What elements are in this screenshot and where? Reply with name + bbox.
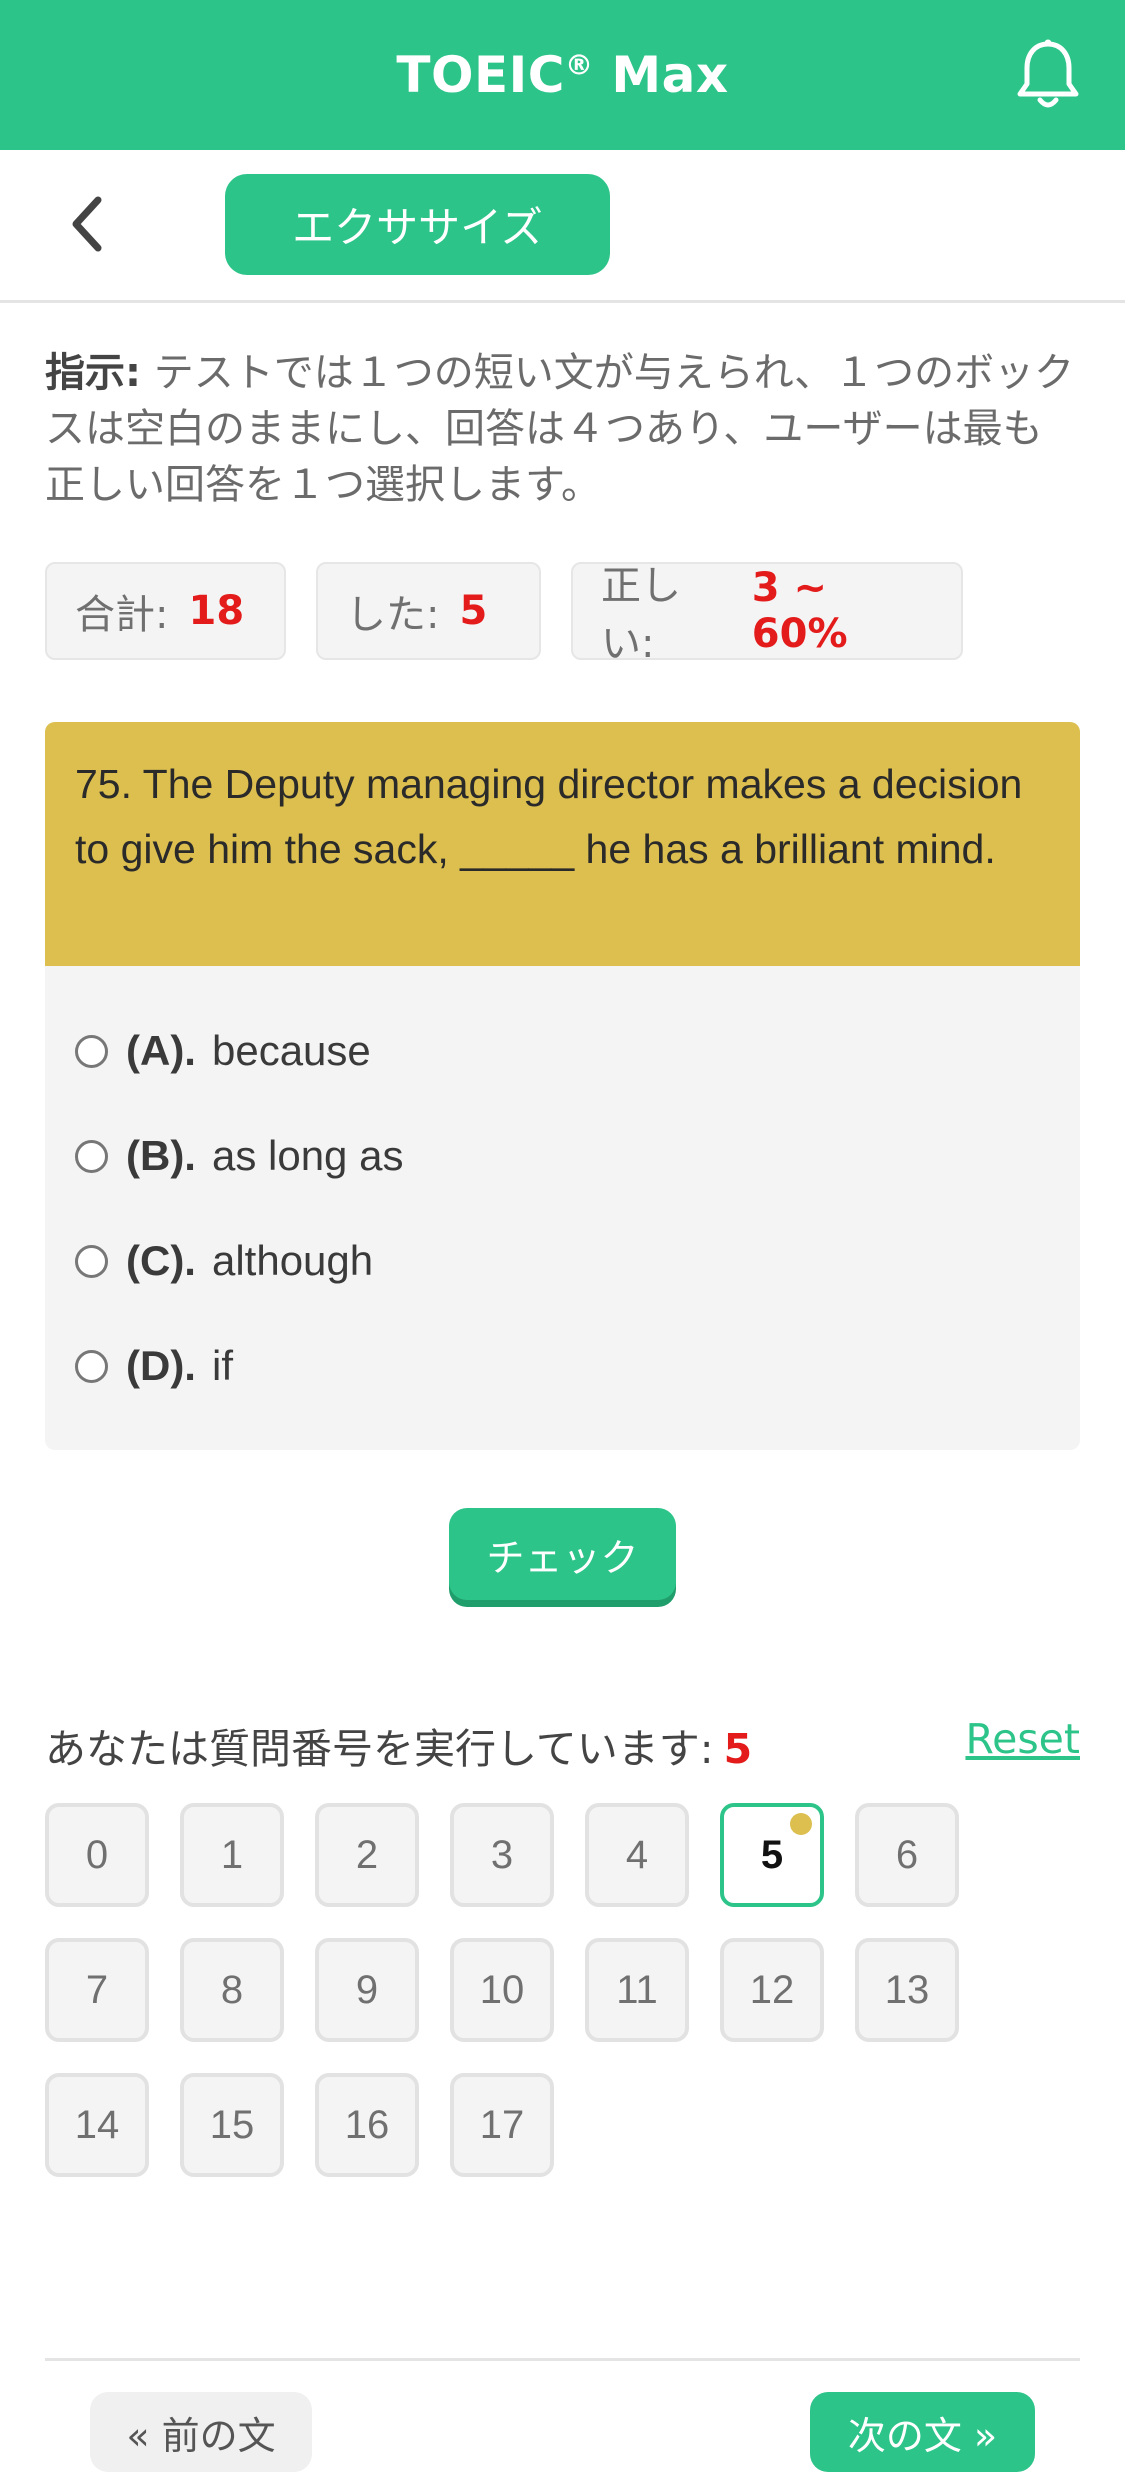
radio-button[interactable] xyxy=(75,1139,108,1173)
stat-correct: 正しい: 3 ~ 60% xyxy=(571,562,963,667)
radio-button[interactable] xyxy=(75,1349,108,1383)
option-b[interactable]: (B). as long as xyxy=(75,1132,403,1180)
back-chevron-icon[interactable] xyxy=(60,194,120,254)
question-number-button[interactable]: 17 xyxy=(450,2073,554,2177)
option-d[interactable]: (D). if xyxy=(75,1342,233,1390)
question-number-button[interactable]: 10 xyxy=(450,1938,554,2042)
radio-button[interactable] xyxy=(75,1034,108,1068)
question-number-button[interactable]: 16 xyxy=(315,2073,419,2177)
progress-label: あなたは質問番号を実行しています: 5 xyxy=(45,1725,753,1773)
instructions-text: テストでは１つの短い文が与えられ、１つのボックスは空白のままにし、回答は４つあり… xyxy=(45,350,1075,508)
question-number-button[interactable]: 8 xyxy=(180,1938,284,2042)
question-number-button[interactable]: 3 xyxy=(450,1803,554,1907)
question-number-button[interactable]: 7 xyxy=(45,1938,149,2042)
question-number-button[interactable]: 2 xyxy=(315,1803,419,1907)
question-number-button[interactable]: 4 xyxy=(585,1803,689,1907)
question-number-button-current[interactable]: 5 xyxy=(720,1803,824,1907)
option-a[interactable]: (A). because xyxy=(75,1027,371,1075)
question-number-button[interactable]: 12 xyxy=(720,1938,824,2042)
stat-done: した: 5 xyxy=(316,562,541,660)
instructions: 指示: テストでは１つの短い文が与えられ、１つのボックスは空白のままにし、回答は… xyxy=(45,345,1075,513)
bell-icon[interactable] xyxy=(1013,38,1083,112)
question-number-button[interactable]: 0 xyxy=(45,1803,149,1907)
stats-row: 合計: 18 した: 5 正しい: 3 ~ 60% xyxy=(45,562,963,667)
question-text: 75. The Deputy managing director makes a… xyxy=(45,722,1080,966)
question-number-button[interactable]: 6 xyxy=(855,1803,959,1907)
question-card: 75. The Deputy managing director makes a… xyxy=(45,722,1080,1450)
reset-link[interactable]: Reset xyxy=(965,1715,1080,1763)
question-number-button[interactable]: 9 xyxy=(315,1938,419,2042)
sub-header: エクササイズ xyxy=(0,150,1125,303)
question-number-button[interactable]: 13 xyxy=(855,1938,959,2042)
question-number-button[interactable]: 11 xyxy=(585,1938,689,2042)
question-number-button[interactable]: 14 xyxy=(45,2073,149,2177)
app-title: TOEIC® Max xyxy=(396,46,729,104)
divider xyxy=(45,2358,1080,2361)
check-button[interactable]: チェック xyxy=(449,1508,676,1600)
tab-exercise[interactable]: エクササイズ xyxy=(225,174,610,275)
current-question-number: 5 xyxy=(723,1725,753,1773)
prev-sentence-button[interactable]: « 前の文 xyxy=(90,2392,312,2472)
option-c[interactable]: (C). although xyxy=(75,1237,373,1285)
next-sentence-button[interactable]: 次の文 » xyxy=(810,2392,1035,2472)
app-header: TOEIC® Max xyxy=(0,0,1125,150)
radio-button[interactable] xyxy=(75,1244,108,1278)
stat-total: 合計: 18 xyxy=(45,562,286,660)
question-number-button[interactable]: 1 xyxy=(180,1803,284,1907)
question-number-button[interactable]: 15 xyxy=(180,2073,284,2177)
instructions-label: 指示: xyxy=(45,350,141,396)
current-indicator-dot xyxy=(790,1813,812,1835)
